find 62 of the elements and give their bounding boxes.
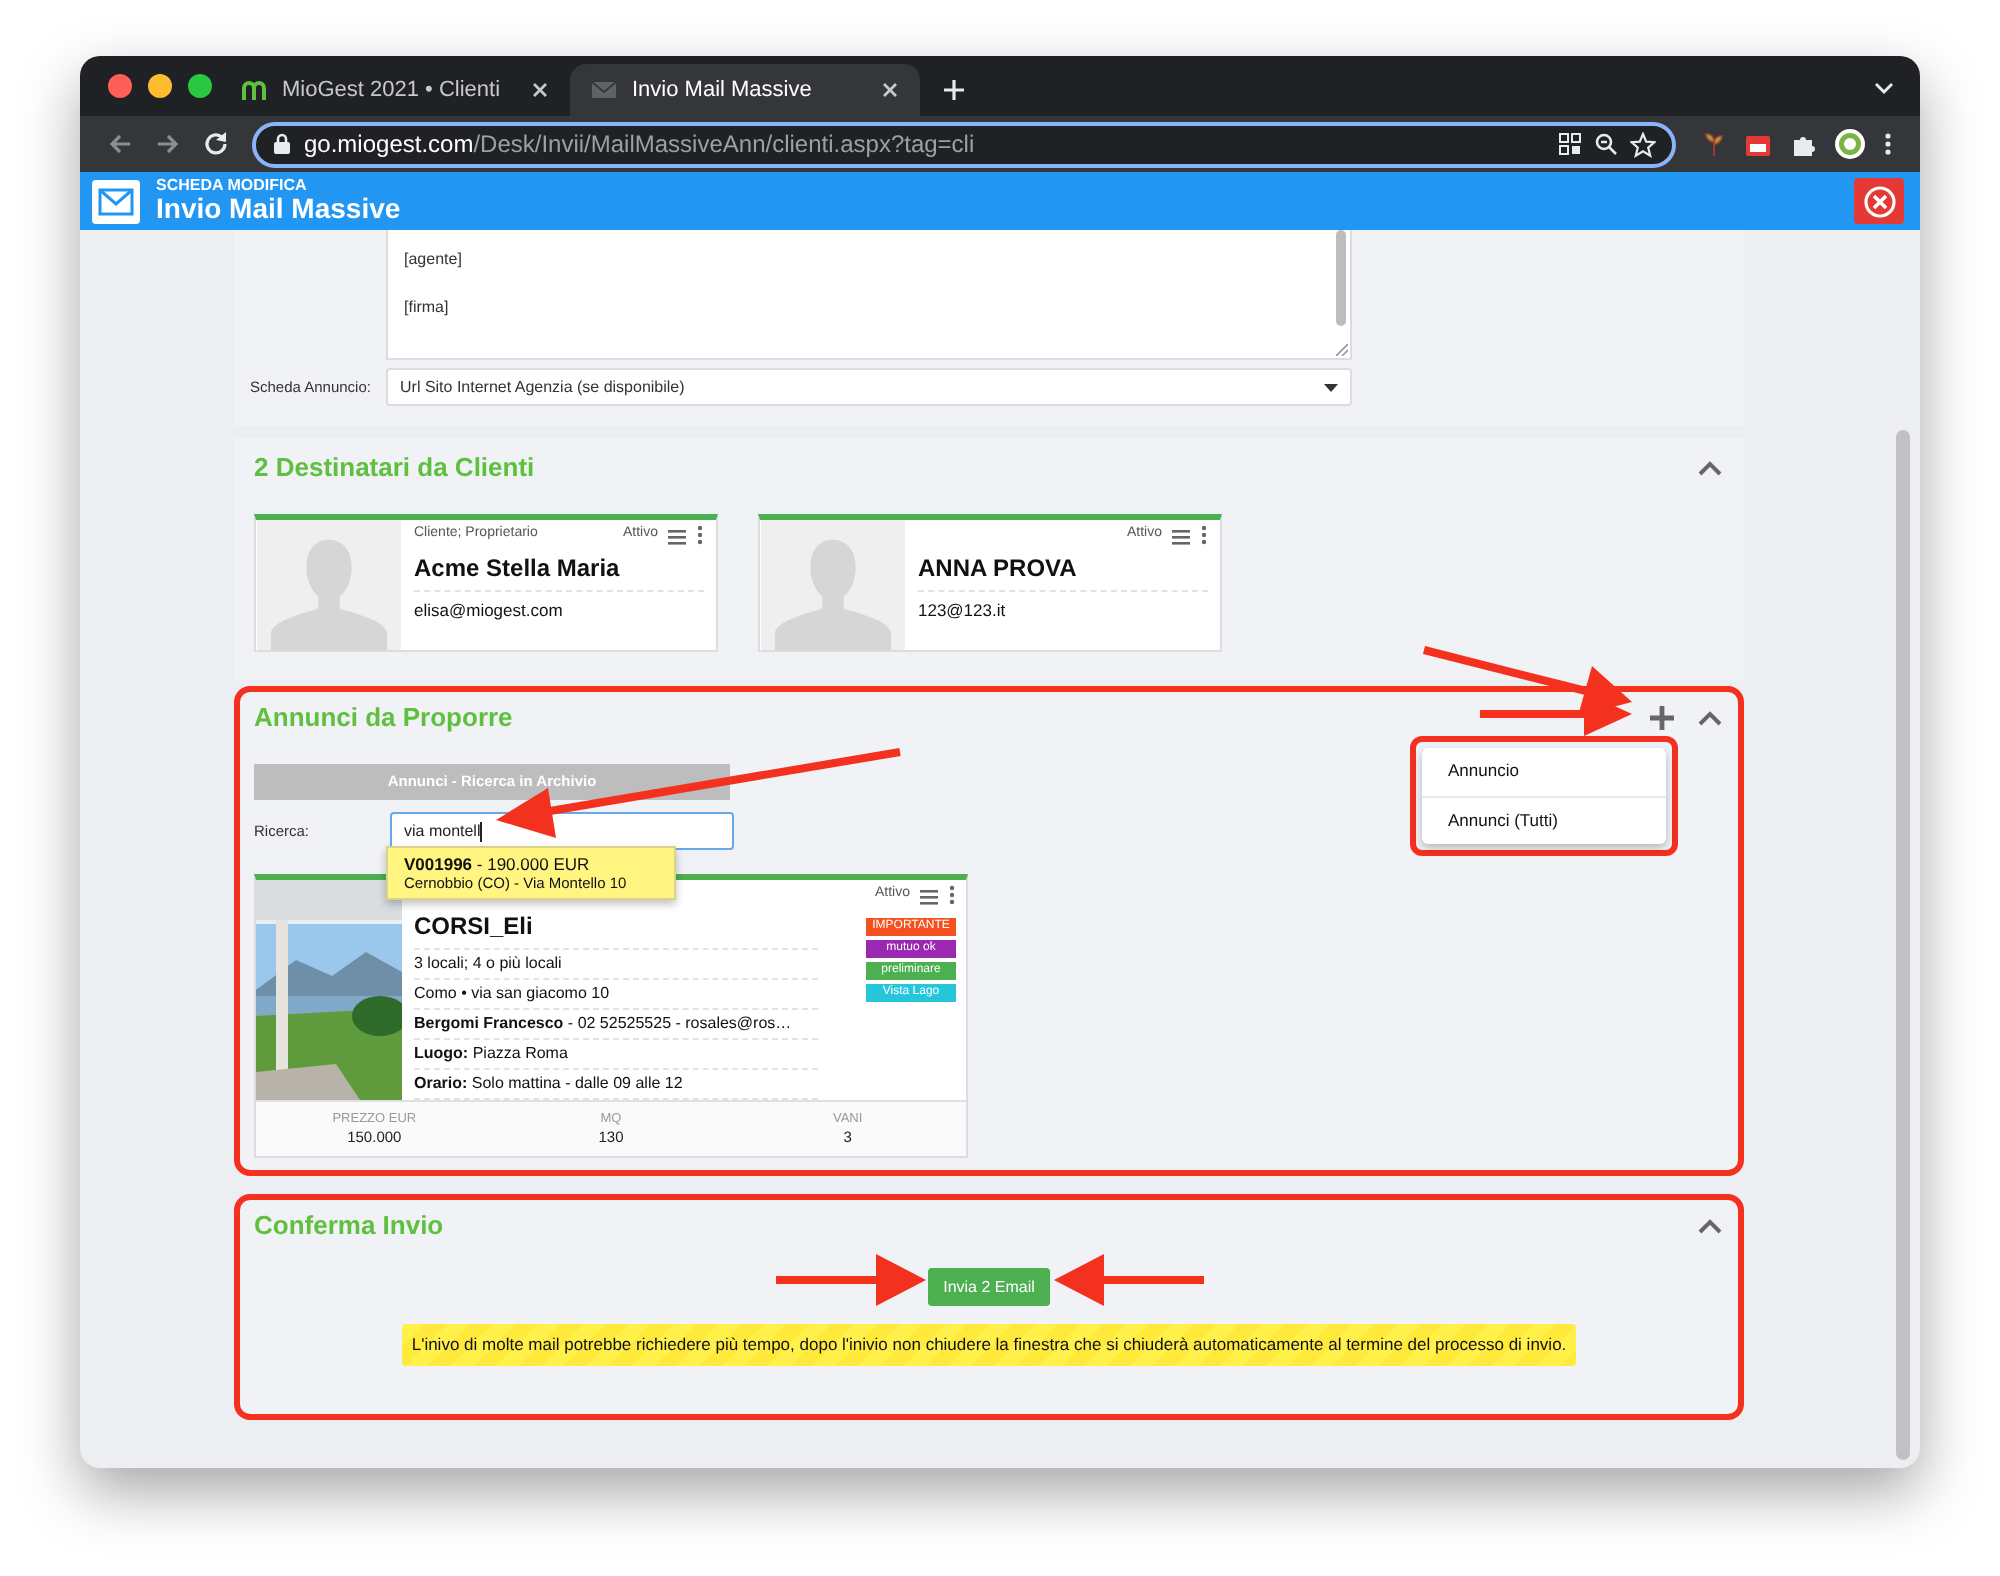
menu-icon[interactable] — [918, 885, 940, 905]
collapse-button[interactable] — [1696, 1214, 1724, 1238]
forward-icon[interactable] — [154, 130, 182, 158]
dropdown-select[interactable]: Url Sito Internet Agenzia (se disponibile) — [386, 368, 1352, 406]
collapse-button[interactable] — [1696, 456, 1724, 480]
window-zoom-button[interactable] — [188, 74, 212, 98]
more-options-icon[interactable] — [696, 524, 704, 546]
warning-note: L'inivo di molte mail potrebbe richiedere più tempo, dopo l'inivio non chiudere la finestra che si chiuderà automaticamente al termine del processo di invio. — [401, 1324, 1577, 1366]
profile-avatar-icon[interactable] — [1834, 128, 1866, 160]
calendar-icon[interactable] — [1744, 131, 1772, 157]
close-button[interactable] — [1854, 178, 1904, 224]
mail-icon — [92, 179, 140, 223]
listing-detail: 3 locali; 4 o più locali — [414, 950, 818, 980]
scrollbar-thumb[interactable] — [1336, 230, 1346, 326]
contact-name: Acme Stella Maria — [414, 550, 704, 592]
back-icon[interactable] — [106, 130, 134, 158]
listing-detail: Luogo: Piazza Roma — [414, 1040, 818, 1070]
menu-icon[interactable] — [1170, 525, 1192, 545]
message-field[interactable]: [agente] [firma] — [386, 230, 1352, 360]
contact-email: elisa@miogest.com — [414, 598, 565, 624]
close-icon — [1863, 185, 1895, 217]
window-minimize-button[interactable] — [148, 74, 172, 98]
lock-icon — [272, 132, 292, 156]
grid-icon[interactable] — [1558, 132, 1582, 156]
more-options-icon[interactable] — [1884, 132, 1892, 156]
listing-title: CORSI_Eli — [414, 908, 818, 950]
header-title: Invio Mail Massive — [156, 194, 401, 224]
listing-detail: Bergomi Francesco - 02 52525525 - rosales@ros… — [414, 1010, 818, 1040]
collapse-button[interactable] — [1696, 706, 1724, 730]
app-logo-icon — [240, 78, 268, 102]
plant-icon[interactable] — [1702, 130, 1726, 158]
star-icon[interactable] — [1630, 131, 1656, 157]
caret-icon — [1324, 383, 1338, 391]
contact-email: 123@123.it — [918, 598, 1008, 624]
scrollbar-thumb[interactable] — [1896, 430, 1910, 1460]
more-options-icon[interactable] — [948, 884, 956, 906]
listing-detail: Como • via san giacomo 10 — [414, 980, 818, 1010]
puzzle-icon[interactable] — [1790, 131, 1816, 157]
close-icon[interactable] — [880, 80, 900, 100]
listing-card[interactable] — [254, 874, 968, 1158]
menu-icon[interactable] — [666, 525, 688, 545]
zoom-icon[interactable] — [1594, 132, 1618, 156]
window-close-button[interactable] — [108, 74, 132, 98]
section-title: Annunci da Proporre — [254, 700, 513, 737]
browser-tab[interactable]: Invio Mail Massive — [570, 64, 920, 116]
resize-grip-icon[interactable] — [1336, 344, 1348, 356]
address-field[interactable]: go.miogest.com/Desk/Invii/MailMassiveAnn/clienti.aspx?tag=cli — [252, 121, 1676, 167]
avatar-icon — [256, 520, 402, 650]
menu-item[interactable]: Annunci (Tutti) — [1422, 795, 1666, 844]
add-button[interactable] — [1648, 704, 1676, 732]
reload-icon[interactable] — [202, 130, 230, 158]
contact-name: ANNA PROVA — [918, 550, 1208, 592]
envelope-icon — [590, 78, 618, 102]
section-title: 2 Destinatari da Clienti — [254, 450, 535, 487]
menu-item[interactable]: Annuncio — [1422, 748, 1666, 795]
close-icon[interactable] — [530, 80, 550, 100]
new-tab-icon[interactable] — [940, 76, 968, 104]
avatar-icon — [760, 520, 906, 650]
header-subtitle: SCHEDA MODIFICA — [156, 178, 309, 195]
browser-tab[interactable]: MioGest 2021 • Clienti — [220, 64, 570, 116]
section-title: Conferma Invio — [254, 1208, 444, 1245]
more-options-icon[interactable] — [1200, 524, 1208, 546]
